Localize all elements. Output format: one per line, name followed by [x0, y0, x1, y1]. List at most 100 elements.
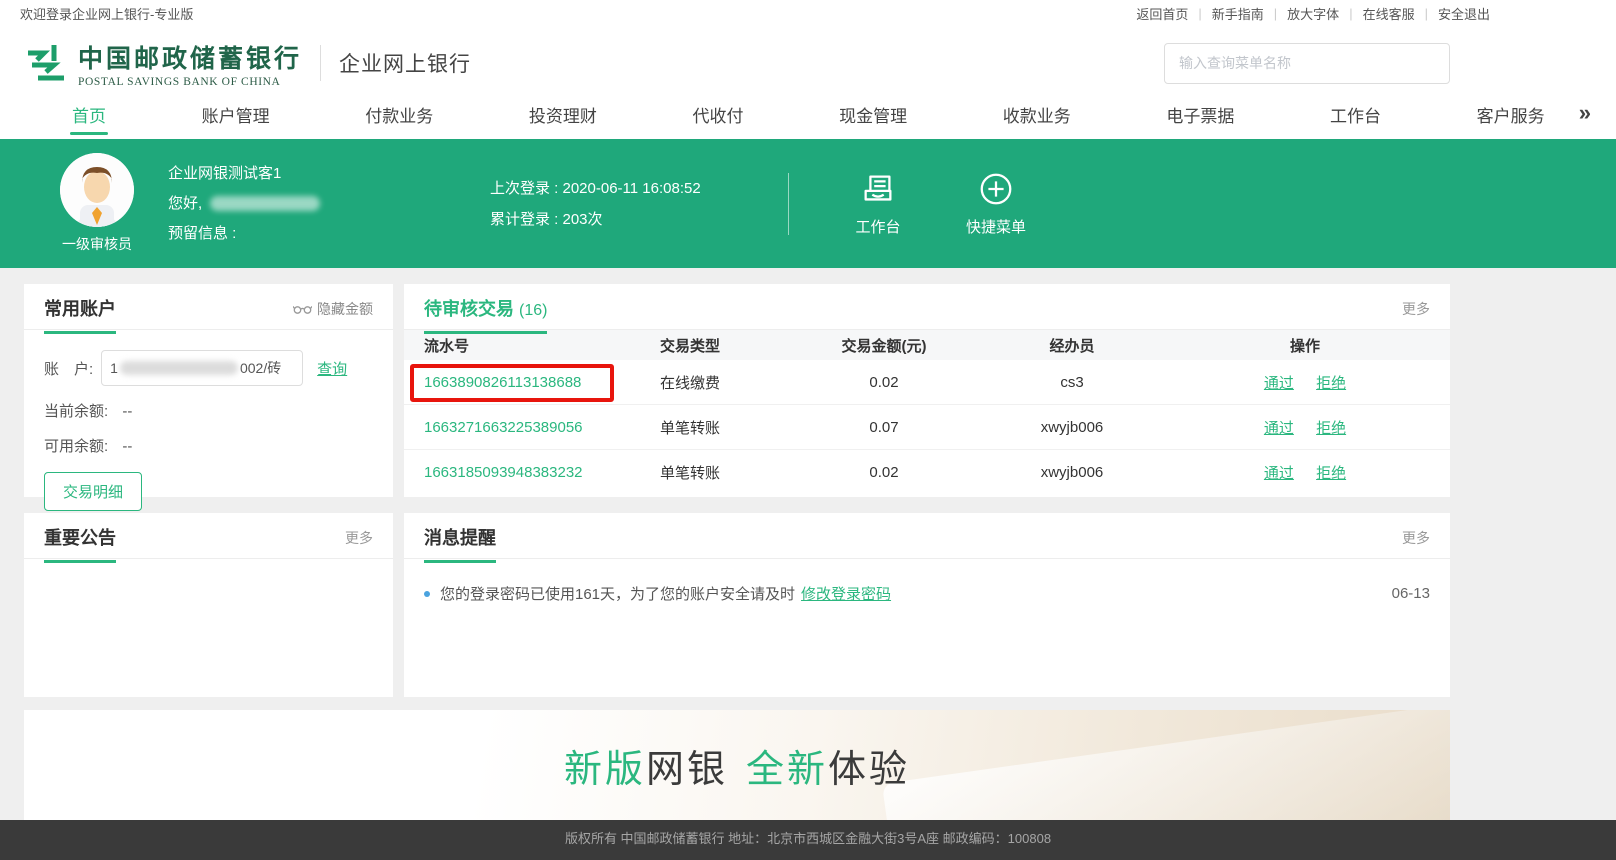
- avatar-illustration: [60, 153, 134, 227]
- promo-seg-2: 网银: [646, 749, 728, 791]
- current-balance-label: 当前余额:: [44, 403, 108, 420]
- table-row: 1663271663225389056 单笔转账 0.07 xwyjb006 通…: [404, 405, 1450, 450]
- available-balance-label: 可用余额:: [44, 438, 108, 455]
- left-column: 常用账户 隐藏金额 账 户: 1 002/砖: [24, 284, 393, 697]
- nav-tab-investment[interactable]: 投资理财: [529, 102, 597, 135]
- link-safe-logout[interactable]: 安全退出: [1438, 4, 1490, 23]
- hide-amount-toggle[interactable]: 隐藏金额: [293, 299, 373, 329]
- divider: |: [1274, 6, 1277, 21]
- reject-link[interactable]: 拒绝: [1316, 420, 1346, 437]
- transaction-amount: 0.07: [804, 419, 964, 436]
- redacted-user-name: [210, 196, 320, 211]
- footer: 版权所有 中国邮政储蓄银行 地址：北京市西城区金融大街3号A座 邮政编码：100…: [0, 820, 1616, 860]
- pending-title-text: 待审核交易: [424, 299, 514, 319]
- message-item: 您的登录密码已使用161天，为了您的账户安全请及时 修改登录密码 06-13: [404, 559, 1450, 604]
- nav-tab-payment[interactable]: 付款业务: [365, 102, 433, 135]
- transaction-amount: 0.02: [804, 464, 964, 481]
- product-name: 企业网上银行: [339, 48, 471, 78]
- available-balance-row: 可用余额: --: [24, 421, 393, 456]
- nav-tab-cash-management[interactable]: 现金管理: [839, 102, 907, 135]
- col-type: 交易类型: [660, 335, 804, 356]
- account-label: 账 户:: [44, 358, 93, 379]
- bullet-dot-icon: [424, 591, 430, 597]
- nav-tab-collection-payment[interactable]: 代收付: [693, 102, 744, 135]
- workbench-label: 工作台: [855, 216, 900, 237]
- frequent-accounts-panel: 常用账户 隐藏金额 账 户: 1 002/砖: [24, 284, 393, 497]
- utility-links: 返回首页| 新手指南| 放大字体| 在线客服| 安全退出: [1136, 4, 1490, 23]
- reject-link[interactable]: 拒绝: [1316, 465, 1346, 482]
- divider: |: [1198, 6, 1201, 21]
- change-password-link[interactable]: 修改登录密码: [801, 583, 891, 604]
- divider: |: [1349, 6, 1352, 21]
- transaction-type: 单笔转账: [660, 417, 804, 438]
- link-home[interactable]: 返回首页: [1136, 4, 1188, 23]
- transaction-detail-button[interactable]: 交易明细: [44, 472, 142, 511]
- approve-link[interactable]: 通过: [1264, 375, 1294, 392]
- account-number-prefix: 1: [110, 360, 118, 376]
- hide-amount-label: 隐藏金额: [317, 299, 373, 319]
- welcome-text: 欢迎登录企业网上银行-专业版: [20, 4, 193, 23]
- login-info: 上次登录 : 2020-06-11 16:08:52 累计登录 : 203次: [490, 173, 770, 235]
- account-number-field[interactable]: 1 002/砖: [101, 350, 303, 386]
- promo-seg-4: 体验: [828, 749, 910, 791]
- glasses-icon: [293, 304, 312, 315]
- nav-tab-receivables[interactable]: 收款业务: [1003, 102, 1071, 135]
- col-serial: 流水号: [424, 335, 660, 356]
- avatar-block: 一级审核员: [52, 153, 142, 254]
- pending-panel-head: 待审核交易 (16) 更多: [404, 284, 1450, 330]
- workbench-shortcut[interactable]: 工作台: [835, 170, 921, 237]
- message-reminders-panel: 消息提醒 更多 您的登录密码已使用161天，为了您的账户安全请及时 修改登录密码…: [404, 513, 1450, 697]
- notices-panel-head: 重要公告 更多: [24, 513, 393, 559]
- pending-more-link[interactable]: 更多: [1402, 299, 1430, 329]
- serial-number-link[interactable]: 1663185093948383232: [424, 464, 583, 481]
- serial-number-link[interactable]: 1663271663225389056: [424, 419, 583, 436]
- reserved-info-label: 预留信息 :: [168, 219, 418, 249]
- accounts-panel-title: 常用账户: [44, 295, 116, 333]
- approve-link[interactable]: 通过: [1264, 420, 1294, 437]
- message-text: 您的登录密码已使用161天，为了您的账户安全请及时: [440, 583, 795, 604]
- serial-number-link[interactable]: 1663890826113138688: [424, 374, 581, 391]
- bank-name-block: 中国邮政储蓄银行 POSTAL SAVINGS BANK OF CHINA: [78, 39, 302, 88]
- menu-search-input[interactable]: [1164, 43, 1450, 84]
- link-online-service[interactable]: 在线客服: [1363, 4, 1415, 23]
- nav-tab-e-bills[interactable]: 电子票据: [1166, 102, 1234, 135]
- nav-tab-workbench[interactable]: 工作台: [1330, 102, 1381, 135]
- nav-more-chevron-icon[interactable]: »: [1579, 102, 1588, 124]
- accounts-panel-head: 常用账户 隐藏金额: [24, 284, 393, 330]
- bank-name-en: POSTAL SAVINGS BANK OF CHINA: [78, 76, 302, 88]
- user-banner: 一级审核员 企业网银测试客1 您好, 预留信息 : 上次登录 : 2020-06…: [0, 139, 1616, 268]
- nav-tab-account-management[interactable]: 账户管理: [202, 102, 270, 135]
- approve-link[interactable]: 通过: [1264, 465, 1294, 482]
- main-nav: 首页 账户管理 付款业务 投资理财 代收付 现金管理 收款业务 电子票据 工作台…: [0, 100, 1616, 139]
- transaction-operator: cs3: [964, 374, 1180, 391]
- right-column: 待审核交易 (16) 更多 流水号 交易类型 交易金额(元) 经办员 操作 16…: [404, 284, 1450, 697]
- quick-menu-shortcut[interactable]: 快捷菜单: [953, 170, 1039, 237]
- nav-tab-customer-service[interactable]: 客户服务: [1477, 102, 1545, 135]
- transaction-type: 在线缴费: [660, 372, 804, 393]
- pending-panel-title: 待审核交易 (16): [424, 295, 547, 333]
- avatar: [60, 153, 134, 227]
- promo-slogan: 新版网银全新体验: [564, 738, 910, 793]
- red-highlight-annotation: [410, 364, 614, 402]
- bank-name-cn: 中国邮政储蓄银行: [78, 39, 302, 75]
- table-row: 1663185093948383232 单笔转账 0.02 xwyjb006 通…: [404, 450, 1450, 495]
- query-link[interactable]: 查询: [317, 358, 347, 379]
- workbench-icon: [859, 170, 897, 208]
- transaction-amount: 0.02: [804, 374, 964, 391]
- reject-link[interactable]: 拒绝: [1316, 375, 1346, 392]
- link-enlarge-font[interactable]: 放大字体: [1287, 4, 1339, 23]
- important-notices-panel: 重要公告 更多: [24, 513, 393, 697]
- messages-panel-head: 消息提醒 更多: [404, 513, 1450, 559]
- col-actions: 操作: [1180, 335, 1430, 356]
- current-balance-value: --: [122, 403, 132, 420]
- nav-tab-home[interactable]: 首页: [72, 102, 106, 135]
- messages-more-link[interactable]: 更多: [1402, 528, 1430, 558]
- pending-count-badge: (16): [519, 302, 547, 319]
- greeting-line: 您好,: [168, 189, 418, 219]
- link-beginner-guide[interactable]: 新手指南: [1212, 4, 1264, 23]
- current-balance-row: 当前余额: --: [24, 386, 393, 421]
- header: 中国邮政储蓄银行 POSTAL SAVINGS BANK OF CHINA 企业…: [0, 26, 1616, 100]
- table-row: 1663890826113138688 在线缴费 0.02 cs3 通过 拒绝: [404, 360, 1450, 405]
- notices-more-link[interactable]: 更多: [345, 528, 373, 558]
- promo-banner: 新版网银全新体验: [24, 710, 1450, 820]
